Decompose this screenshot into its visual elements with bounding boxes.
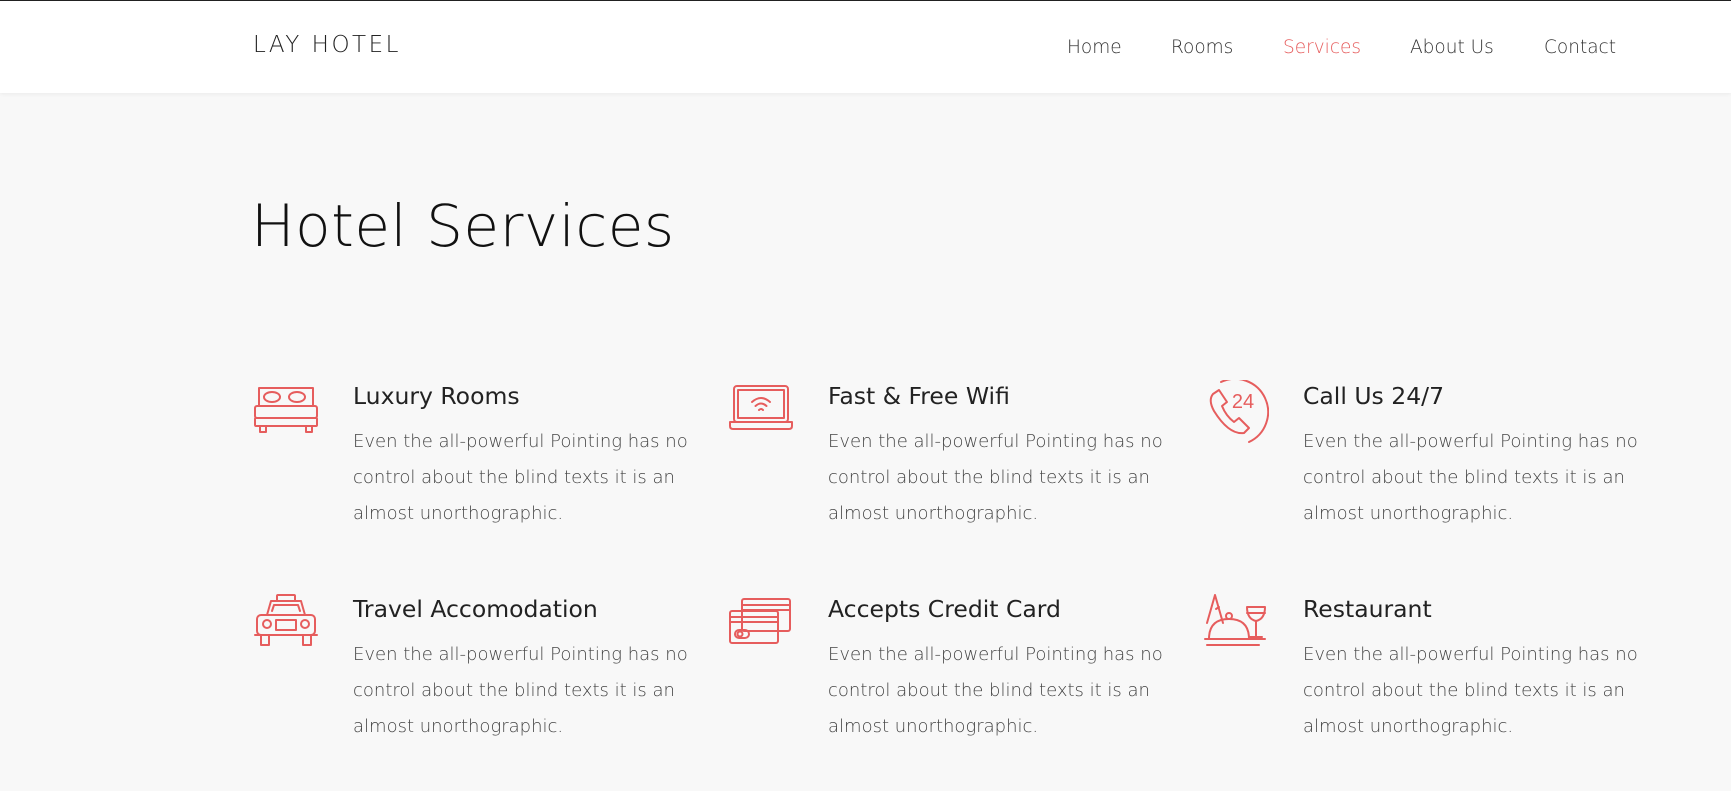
- service-item-credit-card: Accepts Credit Card Even the all-powerfu…: [728, 593, 1163, 753]
- service-item-call-us: 24 Call Us 24/7 Even the all-powerful Po…: [1203, 380, 1638, 540]
- service-item-wifi: Fast & Free Wifi Even the all-powerful P…: [728, 380, 1163, 540]
- restaurant-icon: [1203, 593, 1269, 659]
- service-title: Restaurant: [1303, 595, 1432, 623]
- service-item-restaurant: Restaurant Even the all-powerful Pointin…: [1203, 593, 1638, 753]
- bed-icon: [253, 380, 319, 446]
- nav-link-about-us[interactable]: About Us: [1410, 37, 1494, 58]
- nav-link-services[interactable]: Services: [1283, 37, 1361, 58]
- nav-link-home[interactable]: Home: [1067, 37, 1122, 58]
- brand-logo[interactable]: LAY HOTEL: [253, 32, 401, 58]
- service-title: Luxury Rooms: [353, 382, 520, 410]
- car-icon: [253, 593, 319, 659]
- service-item-travel: Travel Accomodation Even the all-powerfu…: [253, 593, 688, 753]
- service-title: Travel Accomodation: [353, 595, 598, 623]
- nav-link-rooms[interactable]: Rooms: [1171, 37, 1233, 58]
- service-title: Call Us 24/7: [1303, 382, 1445, 410]
- service-description: Even the all-powerful Pointing has no co…: [828, 644, 1163, 737]
- svg-text:24: 24: [1232, 391, 1254, 413]
- section-title: Hotel Services: [251, 192, 675, 260]
- service-title: Accepts Credit Card: [828, 595, 1061, 623]
- service-description: Even the all-powerful Pointing has no co…: [1303, 644, 1638, 737]
- credit-card-icon: [728, 593, 794, 659]
- navbar: LAY HOTEL Home Rooms Services About Us C…: [0, 1, 1731, 93]
- phone-24-icon: 24: [1203, 380, 1269, 446]
- service-description: Even the all-powerful Pointing has no co…: [828, 431, 1163, 524]
- service-description: Even the all-powerful Pointing has no co…: [353, 644, 688, 737]
- service-item-luxury-rooms: Luxury Rooms Even the all-powerful Point…: [253, 380, 688, 540]
- service-description: Even the all-powerful Pointing has no co…: [353, 431, 688, 524]
- service-title: Fast & Free Wifi: [828, 382, 1010, 410]
- nav-link-contact[interactable]: Contact: [1544, 37, 1616, 58]
- laptop-wifi-icon: [728, 380, 794, 446]
- service-description: Even the all-powerful Pointing has no co…: [1303, 431, 1638, 524]
